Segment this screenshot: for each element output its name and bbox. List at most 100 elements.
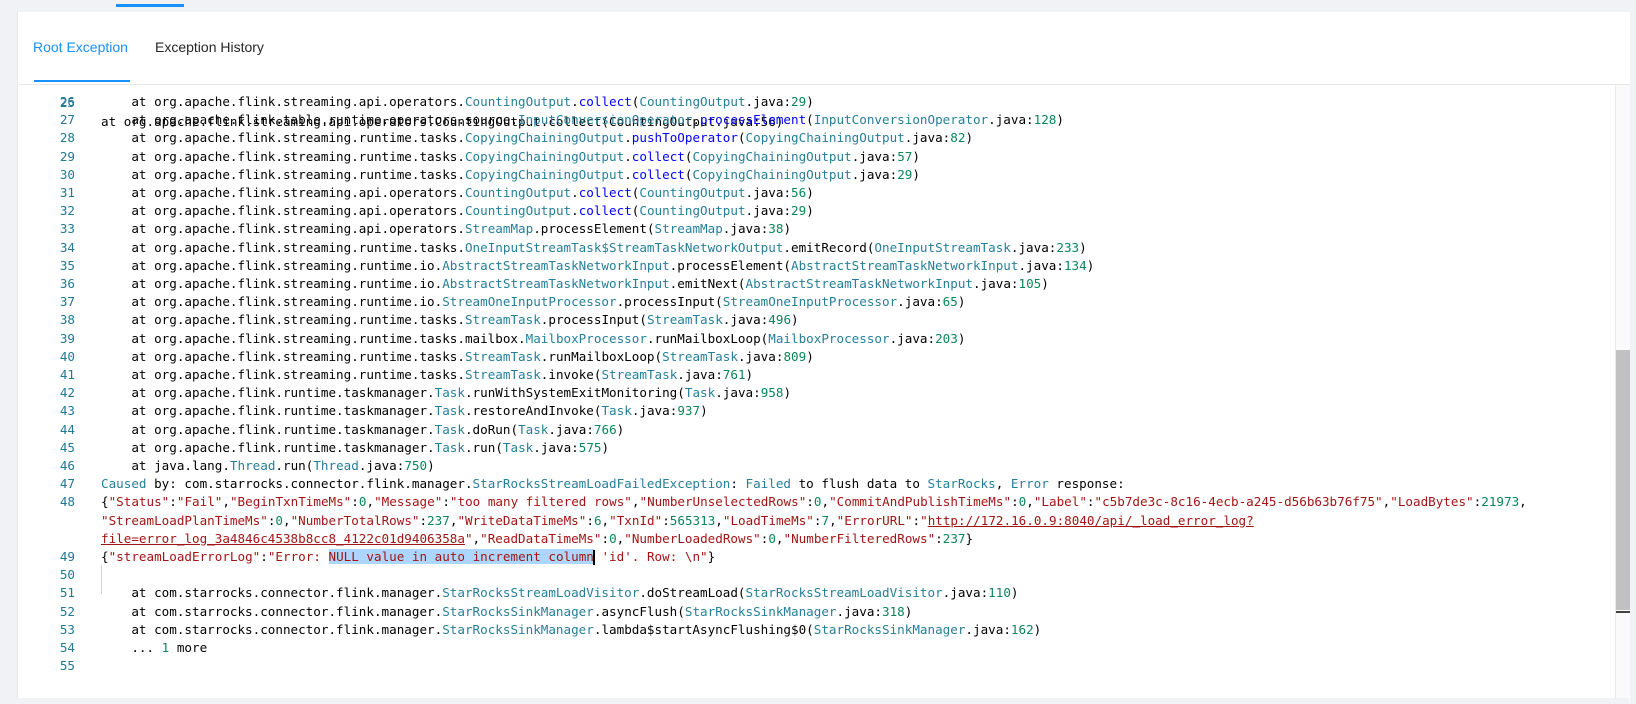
json-token: 21973 [1481,494,1520,510]
frame-class: Task [434,403,465,419]
scrollbar-thumb[interactable] [1616,350,1630,610]
line-number: 38 [59,312,75,328]
json-token: : [169,494,177,510]
json-token: "BeginTxnTimeMs" [229,494,352,510]
frame-package: at org.apache.flink.runtime.taskmanager. [101,421,435,437]
line-number: 36 [59,276,75,291]
frame-ext: .java: [715,385,761,401]
frame-separator: .run [275,458,306,473]
json-token: "NumberUnselectedRows" [639,494,807,510]
frame-package: at org.apache.flink.runtime.taskmanager. [101,403,435,419]
code-text: at org.apache.flink.table.runtime.operat… [101,110,1064,129]
frame-ext: .java: [745,203,792,219]
frame-file: StarRocksSinkManager [684,603,837,619]
json-token: : [806,494,814,510]
frame-package: at org.apache.flink.streaming.api.operat… [101,203,465,219]
frame-separator: . [571,185,579,200]
editor-scrollbar[interactable] [1615,85,1630,704]
line-number: 27 [59,112,75,128]
frame-package: at com.starrocks.connector.flink.manager… [101,603,443,619]
line-number: 26 [59,94,75,109]
frame-line-number: 233 [1056,239,1080,255]
frame-paren: ) [904,603,913,619]
frame-ext: .java: [745,94,792,109]
code-text: at org.apache.flink.runtime.taskmanager.… [101,438,609,457]
frame-separator: .restoreAndInvoke [464,403,594,419]
code-text: at org.apache.flink.streaming.api.operat… [101,92,813,111]
frame-separator: .runWithSystemExitMonitoring [464,385,678,401]
line-number: 52 [59,603,75,619]
tab-exception-history[interactable]: Exception History [155,39,264,55]
frame-file: Task [502,439,534,455]
frame-line-number: 750 [404,458,428,473]
frame-class: CopyingChainingOutput [464,166,625,182]
frame-line-number: 29 [897,166,913,182]
code-text: at org.apache.flink.runtime.taskmanager.… [101,401,707,420]
frame-class: StreamMap [464,221,534,237]
frame-package: at org.apache.flink.streaming.runtime.ta… [101,239,465,255]
json-token: "NumberLoadedRows" [624,530,761,546]
frame-class: StarRocksSinkManager [442,621,594,637]
frame-line-number: 809 [783,348,807,364]
frame-line-number: 766 [593,421,617,437]
top-strip [0,0,1636,8]
bottom-strip [17,698,1629,704]
frame-method-name: .lambda$startAsyncFlushing$0 [593,621,807,637]
line-number: 30 [59,166,75,182]
frame-line-number: 56 [791,185,807,200]
frame-method: processElement [700,112,807,128]
json-token: , [829,512,837,528]
frame-file: StreamTask [601,367,678,382]
code-text: {"streamLoadErrorLog":"Error: NULL value… [101,547,715,566]
json-token: { [101,494,109,510]
frame-class: StreamOneInputProcessor [442,294,617,310]
json-token: , [821,494,830,510]
frame-line-number: 110 [988,585,1011,601]
frame-package: at org.apache.flink.streaming.runtime.io… [101,294,443,310]
frame-file: Thread [313,458,359,473]
code-text: at org.apache.flink.streaming.runtime.ta… [101,310,798,329]
exception-code-editor[interactable]: 25 at org.apache.flink.streaming.api.ope… [18,85,1630,704]
json-token: , [222,494,230,510]
json-token: } [965,530,974,546]
frame-ext: .java: [897,294,943,310]
code-text: at com.starrocks.connector.flink.manager… [101,620,1041,639]
frame-paren: ( [737,276,746,291]
code-text: {"Status":"Fail","BeginTxnTimeMs":0,"Mes… [101,492,1527,511]
frame-method: pushToOperator [631,130,738,146]
frame-line-number: 162 [1010,621,1034,637]
frame-separator: .emitRecord [783,239,867,255]
frame-line-number: 958 [760,385,784,401]
line-number: 40 [59,348,75,364]
frame-package: at org.apache.flink.streaming.api.operat… [101,185,465,200]
json-token: "Message" [374,494,443,510]
tab-root-exception[interactable]: Root Exception [33,39,128,55]
frame-package: at com.starrocks.connector.flink.manager… [101,621,443,637]
line-number: 39 [59,330,75,346]
json-token: , [601,512,610,528]
frame-ext: .java: [942,585,989,601]
frame-paren: ) [957,330,966,346]
json-token: : [351,494,359,510]
separator: , [995,476,1011,492]
frame-file: OneInputStreamTask [874,239,1011,255]
frame-file: StreamOneInputProcessor [722,294,898,310]
json-string: 'id'. Row: \n" [593,549,708,564]
frame-package: at org.apache.flink.streaming.api.operat… [101,94,465,109]
json-token: : [1011,494,1019,510]
separator: : [730,476,746,492]
frame-package: at org.apache.flink.streaming.api.operat… [101,221,465,237]
code-text: ... 1 more [101,638,207,657]
frame-separator: . [571,94,579,109]
json-token: : [935,530,943,546]
frame-class: CountingOutput [464,185,572,200]
line-number: 46 [59,458,75,473]
json-token: : [912,512,921,528]
frame-method: collect [578,203,632,219]
frame-ext: .java: [851,166,898,182]
caused-keyword: Caused [101,476,147,492]
code-text: at org.apache.flink.streaming.runtime.ta… [101,347,813,366]
frame-package: at com.starrocks.connector.flink.manager… [101,585,443,601]
more-label: more [169,640,208,655]
frame-separator: .runMailboxLoop [646,330,761,346]
